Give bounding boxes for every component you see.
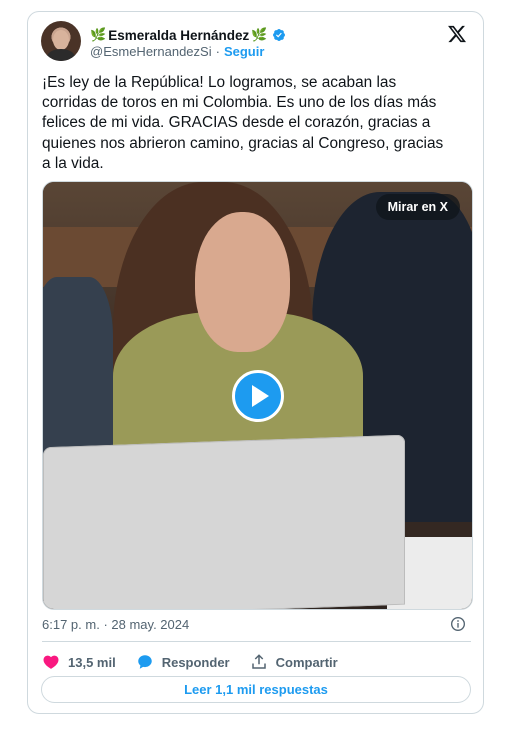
author-display-name[interactable]: Esmeralda Hernández — [108, 28, 249, 43]
reply-label: Responder — [161, 654, 230, 670]
like-count: 13,5 mil — [68, 654, 116, 670]
info-icon[interactable] — [450, 616, 466, 632]
author-name-row[interactable]: 🌿 Esmeralda Hernández 🌿 — [90, 26, 286, 44]
tweet-time: 6:17 p. m. — [42, 617, 100, 632]
reply-button[interactable]: Responder — [136, 653, 230, 671]
divider — [42, 641, 471, 642]
heart-icon — [43, 655, 59, 669]
author-handle[interactable]: @EsmeHernandezSi — [90, 44, 212, 59]
separator-dot: · — [215, 44, 220, 59]
video-woman-face — [195, 212, 290, 352]
video-laptop — [43, 434, 405, 609]
x-logo-icon[interactable] — [447, 24, 467, 44]
leaf-icon: 🌿 — [251, 27, 268, 42]
verified-badge-icon — [273, 29, 286, 41]
reply-bubble-icon — [137, 655, 152, 669]
play-icon — [252, 385, 269, 407]
share-icon — [251, 654, 266, 669]
share-button[interactable]: Compartir — [250, 653, 338, 671]
share-label: Compartir — [275, 654, 338, 670]
like-button[interactable]: 13,5 mil — [42, 653, 116, 671]
follow-button[interactable]: Seguir — [224, 44, 264, 59]
avatar[interactable] — [41, 21, 81, 61]
tweet-card: 🌿 Esmeralda Hernández 🌿 @EsmeHernandezSi… — [27, 11, 484, 714]
avatar-body — [47, 49, 75, 61]
tweet-date: 28 may. 2024 — [111, 617, 190, 632]
author-handle-row: @EsmeHernandezSi · Seguir — [90, 44, 264, 59]
leaf-icon: 🌿 — [90, 27, 107, 42]
separator-dot: · — [103, 617, 108, 632]
tweet-timestamp[interactable]: 6:17 p. m. · 28 may. 2024 — [42, 617, 189, 632]
read-replies-button[interactable]: Leer 1,1 mil respuestas — [41, 676, 471, 703]
play-button[interactable] — [232, 370, 284, 422]
avatar-face — [53, 30, 69, 50]
watch-on-x-button[interactable]: Mirar en X — [375, 194, 460, 220]
video-player[interactable]: Mirar en X — [42, 181, 473, 610]
tweet-text: ¡Es ley de la República! Lo logramos, se… — [42, 74, 444, 172]
tweet-actions: 13,5 mil Responder Compartir — [42, 650, 358, 674]
